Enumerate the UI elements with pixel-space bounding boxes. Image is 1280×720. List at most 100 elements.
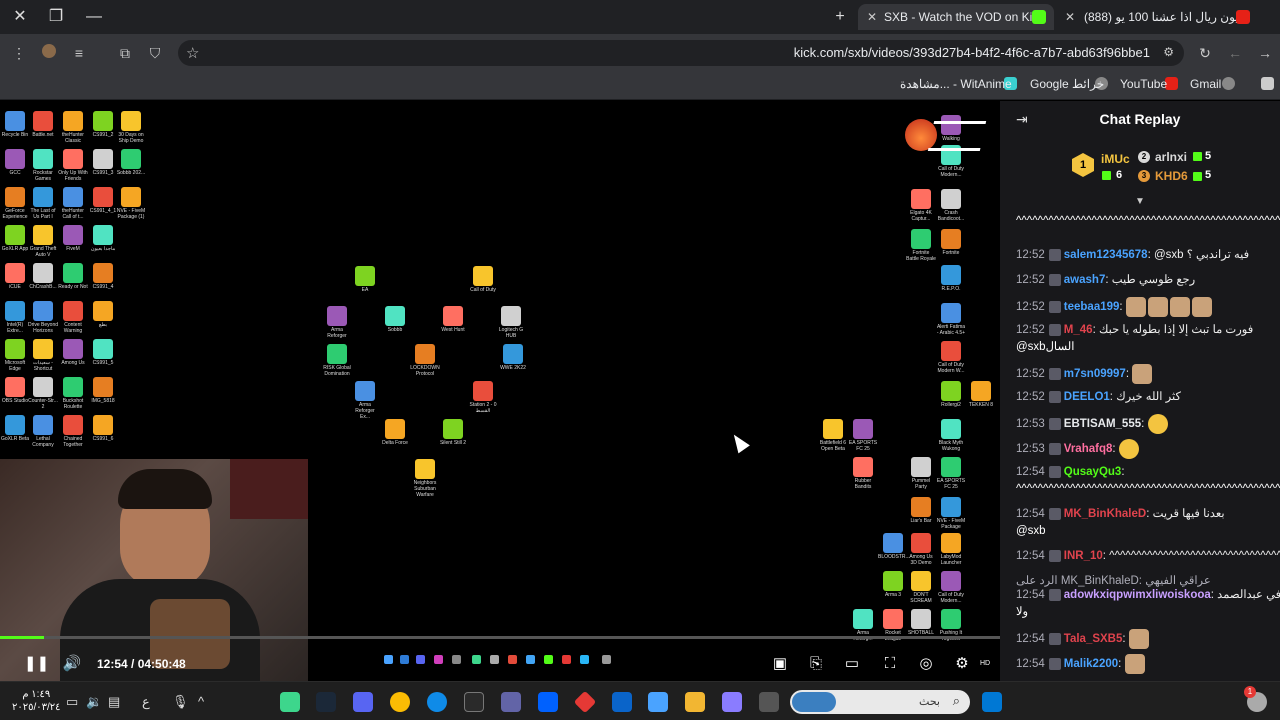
speaker-icon[interactable]: 🔉 — [86, 694, 102, 710]
store-icon[interactable] — [648, 692, 668, 712]
chat-username[interactable]: teebaa199 — [1064, 301, 1120, 313]
reload-icon[interactable]: ↻ — [1196, 44, 1214, 62]
volume-icon[interactable]: 🔊 — [62, 654, 82, 674]
minimize-window-icon[interactable]: — — [80, 4, 108, 30]
dropbox-icon[interactable] — [538, 692, 558, 712]
battery-icon[interactable]: ▭ — [66, 694, 78, 710]
desktop-icon[interactable]: Among Us — [58, 339, 88, 366]
bookmark-star-icon[interactable]: ☆ — [186, 44, 199, 62]
desktop-icon[interactable]: CS991_4 — [88, 263, 118, 290]
copilot-icon[interactable] — [722, 692, 742, 712]
bookmark-google-maps[interactable]: Google خرائط — [1030, 77, 1104, 91]
site-settings-icon[interactable]: ⚙ — [1163, 45, 1174, 59]
desktop-icon[interactable]: CS991_5 — [88, 339, 118, 366]
display-icon[interactable]: ▤ — [108, 694, 120, 710]
desktop-icon[interactable]: GoXLR App — [0, 225, 30, 252]
chat-username[interactable]: QusayQu3 — [1064, 466, 1122, 478]
chat-username[interactable]: adowkxiqpwimxliwoiskooa — [1064, 589, 1211, 601]
desktop-icon[interactable]: R.E.P.O. — [936, 265, 966, 292]
desktop-icon[interactable]: Drive Beyond Horizons — [28, 301, 58, 334]
desktop-icon[interactable]: Lethal Company — [28, 415, 58, 448]
chat-username[interactable]: awash7 — [1064, 274, 1106, 286]
desktop-icon[interactable]: NVE - FiveM Package (1) — [116, 187, 146, 220]
desktop-icon[interactable]: CS991_2 — [88, 111, 118, 138]
desktop-icon[interactable]: Microsoft Edge — [0, 339, 30, 372]
desktop-icon[interactable]: Buckshot Roulette — [58, 377, 88, 410]
tab-kick-vod[interactable]: ✕ SXB - Watch the VOD on Kick — [858, 4, 1054, 30]
taskbar-search-input[interactable]: بحث ⌕ — [790, 690, 970, 714]
microphone-icon[interactable]: 🎙 — [172, 694, 189, 710]
desktop-icon[interactable]: theHunter Classic — [58, 111, 88, 144]
desktop-icon[interactable]: Intel(R) Extre... — [0, 301, 30, 334]
bookmark-gmail[interactable]: Gmail — [1190, 77, 1221, 91]
desktop-icon[interactable]: LabyMod Launcher — [936, 533, 966, 566]
desktop-icon[interactable]: Ready or Not — [58, 263, 88, 290]
riot-icon[interactable] — [573, 690, 597, 714]
desktop-icon[interactable]: RISK Global Domination — [322, 344, 352, 377]
chat-username[interactable]: Malik2200 — [1064, 658, 1118, 670]
desktop-icon[interactable]: Counter-Str... 2 — [28, 377, 58, 410]
desktop-icon[interactable]: ChCrashB... — [28, 263, 58, 290]
chat-username[interactable]: M_46 — [1064, 324, 1093, 336]
show-hidden-icons-icon[interactable]: ^ — [198, 694, 204, 709]
desktop-icon[interactable]: SHOTBALL — [906, 609, 936, 636]
chat-username[interactable]: EBTISAM_555 — [1064, 418, 1141, 430]
chat-username[interactable]: DEELO1 — [1064, 391, 1110, 403]
clip-icon[interactable]: ⎘ — [806, 654, 826, 674]
task-view-icon[interactable] — [759, 692, 779, 712]
desktop-icon[interactable]: Rockstar Games — [28, 149, 58, 182]
desktop-icon[interactable]: Neighbors Suburban Warfare — [410, 459, 440, 498]
desktop-icon[interactable]: Content Warning — [58, 301, 88, 334]
desktop-icon[interactable]: TEKKEN 8 — [966, 381, 996, 408]
desktop-icon[interactable]: Only Up With Friends — [58, 149, 88, 182]
desktop-icon[interactable]: IMG_5818 — [88, 377, 118, 404]
expand-pinned-icon[interactable]: ▼ — [1135, 196, 1145, 207]
fullscreen-icon[interactable]: ⛶ — [880, 654, 900, 674]
desktop-icon[interactable]: BLOODSTR... — [878, 533, 910, 560]
desktop-icon[interactable]: iCUE — [0, 263, 30, 290]
desktop-icon[interactable]: Among Us 3D Demo — [906, 533, 936, 566]
desktop-icon[interactable]: EA SPORTS FC 25 — [848, 419, 878, 452]
desktop-icon[interactable]: Rollergi2 — [936, 381, 966, 408]
desktop-icon[interactable]: بطع — [88, 301, 118, 328]
miniplayer-icon[interactable]: ▣ — [770, 654, 790, 674]
desktop-icon[interactable]: FiveM — [58, 225, 88, 252]
desktop-icon[interactable]: Battlefield 6 Open Beta — [818, 419, 848, 452]
desktop-icon[interactable]: The Last of Us Part I — [28, 187, 58, 220]
video-progress-bar[interactable] — [0, 636, 1000, 639]
forward-icon[interactable]: ← — [1226, 44, 1244, 62]
bookmark-youtube[interactable]: YouTube — [1120, 77, 1167, 91]
windows-start-icon[interactable] — [982, 692, 1002, 712]
theater-mode-icon[interactable]: ▭ — [842, 654, 862, 674]
desktop-icon[interactable]: EA — [350, 266, 380, 293]
desktop-icon[interactable]: Call of Duty — [468, 266, 498, 293]
desktop-icon[interactable]: CS991_4_1 — [88, 187, 118, 214]
settings-gear-icon[interactable]: ⚙ — [952, 654, 972, 674]
desktop-icon[interactable]: Arma Reforger — [322, 306, 352, 339]
restore-window-icon[interactable]: ❐ — [42, 4, 70, 30]
media-control-icon[interactable]: ≡ — [70, 44, 88, 62]
desktop-icon[interactable]: EA SPORTS FC 25 — [936, 457, 966, 490]
back-icon[interactable]: → — [1256, 44, 1274, 62]
tab-youtube[interactable]: ✕ (888) مليون ريال اذا عشنا 100 يو — [1060, 4, 1250, 30]
desktop-icon[interactable]: Delta Force — [380, 419, 410, 446]
desktop-icon[interactable]: Chained Together — [58, 415, 88, 448]
desktop-icon[interactable]: Station 2 - 0 القسط — [468, 381, 498, 414]
desktop-icon[interactable]: Crash Bandicoot... — [936, 189, 966, 222]
desktop-icon[interactable]: Recycle Bin — [0, 111, 30, 138]
address-bar[interactable]: ☆ kick.com/sxb/videos/393d27b4-b4f2-4f6c… — [178, 40, 1184, 66]
epic-games-icon[interactable] — [464, 692, 484, 712]
desktop-icon[interactable]: LOCKDOWN Protocol — [410, 344, 440, 377]
desktop-icon[interactable]: ماجدا بعيون — [88, 225, 118, 252]
desktop-icon[interactable]: Grand Theft Auto V — [28, 225, 58, 258]
desktop-icon[interactable]: CS991_6 — [88, 415, 118, 442]
video-player[interactable]: Recycle Bin Battle.net theHunter Classic CS… — [0, 101, 1000, 681]
desktop-icon[interactable]: GCC — [0, 149, 30, 176]
chat-username[interactable]: Tala_SXB5 — [1064, 633, 1123, 645]
shield-icon[interactable]: ⛉ — [146, 44, 164, 62]
input-language[interactable]: ع — [142, 694, 150, 710]
desktop-icon[interactable]: Liar's Bar — [906, 497, 936, 524]
chrome-icon[interactable] — [390, 692, 410, 712]
desktop-icon[interactable]: Arma Reforger Ex... — [350, 381, 380, 420]
desktop-icon[interactable]: Fortnite — [936, 229, 966, 256]
